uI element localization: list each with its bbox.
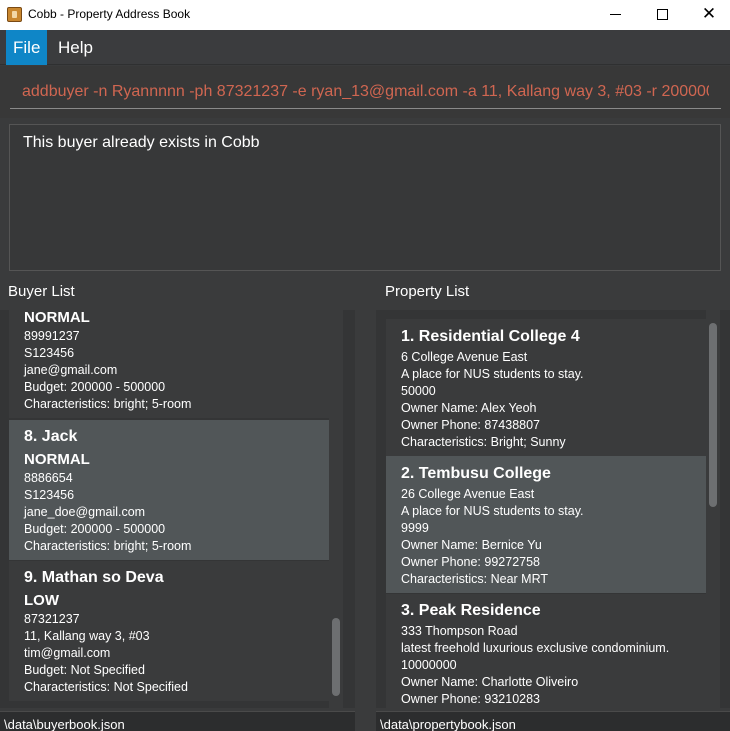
command-box (0, 66, 730, 118)
buyer-scrollbar[interactable] (329, 310, 343, 708)
property-scrollbar-thumb[interactable] (709, 323, 717, 507)
buyer-characteristics: Characteristics: Not Specified (24, 680, 188, 694)
buyer-list[interactable]: NORMAL 89991237 S123456 jane@gmail.com B… (0, 310, 355, 708)
property-name: 1. Residential College 4 (401, 328, 580, 345)
property-characteristics: Characteristics: Bright; Sunny (401, 435, 566, 449)
property-description: A place for NUS students to stay. (401, 504, 584, 518)
buyer-tier: NORMAL (24, 310, 90, 326)
property-address: 26 College Avenue East (401, 487, 535, 501)
property-name: 3. Peak Residence (401, 602, 541, 619)
property-description: A place for NUS students to stay. (401, 367, 584, 381)
property-address: 333 Thompson Road (401, 624, 518, 638)
minimize-icon (609, 14, 621, 15)
buyer-phone: 8886654 (24, 471, 73, 485)
property-card[interactable]: 3. Peak Residence 333 Thompson Road late… (386, 594, 706, 708)
buyer-card[interactable]: 9. Mathan so Deva LOW 87321237 11, Kalla… (9, 561, 329, 701)
buyer-budget: Budget: 200000 - 500000 (24, 380, 166, 394)
close-button[interactable]: ✕ (686, 0, 730, 30)
close-icon: ✕ (701, 4, 717, 24)
property-owner-phone: Owner Phone: 99272758 (401, 555, 540, 569)
buyer-scrollbar-thumb[interactable] (332, 618, 340, 696)
property-status-bar: \data\propertybook.json (376, 711, 730, 731)
menu-help[interactable]: Help (51, 30, 100, 65)
maximize-icon (656, 9, 668, 20)
buyer-characteristics: Characteristics: bright; 5-room (24, 397, 192, 411)
property-address: 6 College Avenue East (401, 350, 528, 364)
app-icon (7, 7, 22, 22)
buyer-card[interactable]: 8. Jack NORMAL 8886654 S123456 jane_doe@… (9, 420, 329, 560)
property-scrollbar[interactable] (706, 310, 720, 708)
buyer-address: S123456 (24, 346, 75, 360)
property-card[interactable]: 1. Residential College 4 6 College Avenu… (386, 319, 706, 456)
property-card[interactable]: 2. Tembusu College 26 College Avenue Eas… (386, 456, 706, 593)
property-list[interactable]: 1. Residential College 4 6 College Avenu… (376, 310, 730, 708)
buyer-list-header: Buyer List (8, 283, 75, 300)
buyer-status-bar: \data\buyerbook.json (0, 711, 355, 731)
buyer-tier: NORMAL (24, 451, 90, 468)
buyer-characteristics: Characteristics: bright; 5-room (24, 539, 192, 553)
buyer-address: 11, Kallang way 3, #03 (24, 629, 150, 643)
property-list-header: Property List (385, 283, 470, 300)
property-name: 2. Tembusu College (401, 465, 551, 482)
property-owner-phone: Owner Phone: 93210283 (401, 692, 540, 706)
buyer-name: 9. Mathan so Deva (24, 569, 164, 586)
buyer-phone: 87321237 (24, 612, 80, 626)
property-characteristics: Characteristics: Near MRT (401, 572, 549, 586)
property-price: 10000000 (401, 658, 457, 672)
result-display: This buyer already exists in Cobb (9, 124, 721, 271)
buyer-name: 8. Jack (24, 428, 78, 445)
property-owner-name: Owner Name: Charlotte Oliveiro (401, 675, 579, 689)
property-owner-name: Owner Name: Alex Yeoh (401, 401, 537, 415)
menu-bar: File Help (0, 30, 730, 65)
command-input[interactable] (10, 75, 721, 109)
buyer-budget: Budget: 200000 - 500000 (24, 522, 166, 536)
buyer-address: S123456 (24, 488, 75, 502)
property-price: 50000 (401, 384, 436, 398)
buyer-card[interactable]: NORMAL 89991237 S123456 jane@gmail.com B… (9, 310, 329, 418)
buyer-phone: 89991237 (24, 329, 80, 343)
window-title: Cobb - Property Address Book (28, 7, 191, 21)
property-owner-name: Owner Name: Bernice Yu (401, 538, 542, 552)
buyer-budget: Budget: Not Specified (24, 663, 145, 677)
menu-file[interactable]: File (6, 30, 48, 65)
maximize-button[interactable] (639, 0, 685, 30)
minimize-button[interactable] (592, 0, 638, 30)
property-price: 9999 (401, 521, 429, 535)
buyer-tier: LOW (24, 592, 59, 609)
property-description: latest freehold luxurious exclusive cond… (401, 641, 670, 655)
result-message: This buyer already exists in Cobb (23, 134, 260, 151)
buyer-email: jane@gmail.com (24, 363, 118, 377)
property-owner-phone: Owner Phone: 87438807 (401, 418, 540, 432)
title-bar: Cobb - Property Address Book ✕ (0, 0, 730, 30)
buyer-email: jane_doe@gmail.com (24, 505, 146, 519)
buyer-email: tim@gmail.com (24, 646, 111, 660)
